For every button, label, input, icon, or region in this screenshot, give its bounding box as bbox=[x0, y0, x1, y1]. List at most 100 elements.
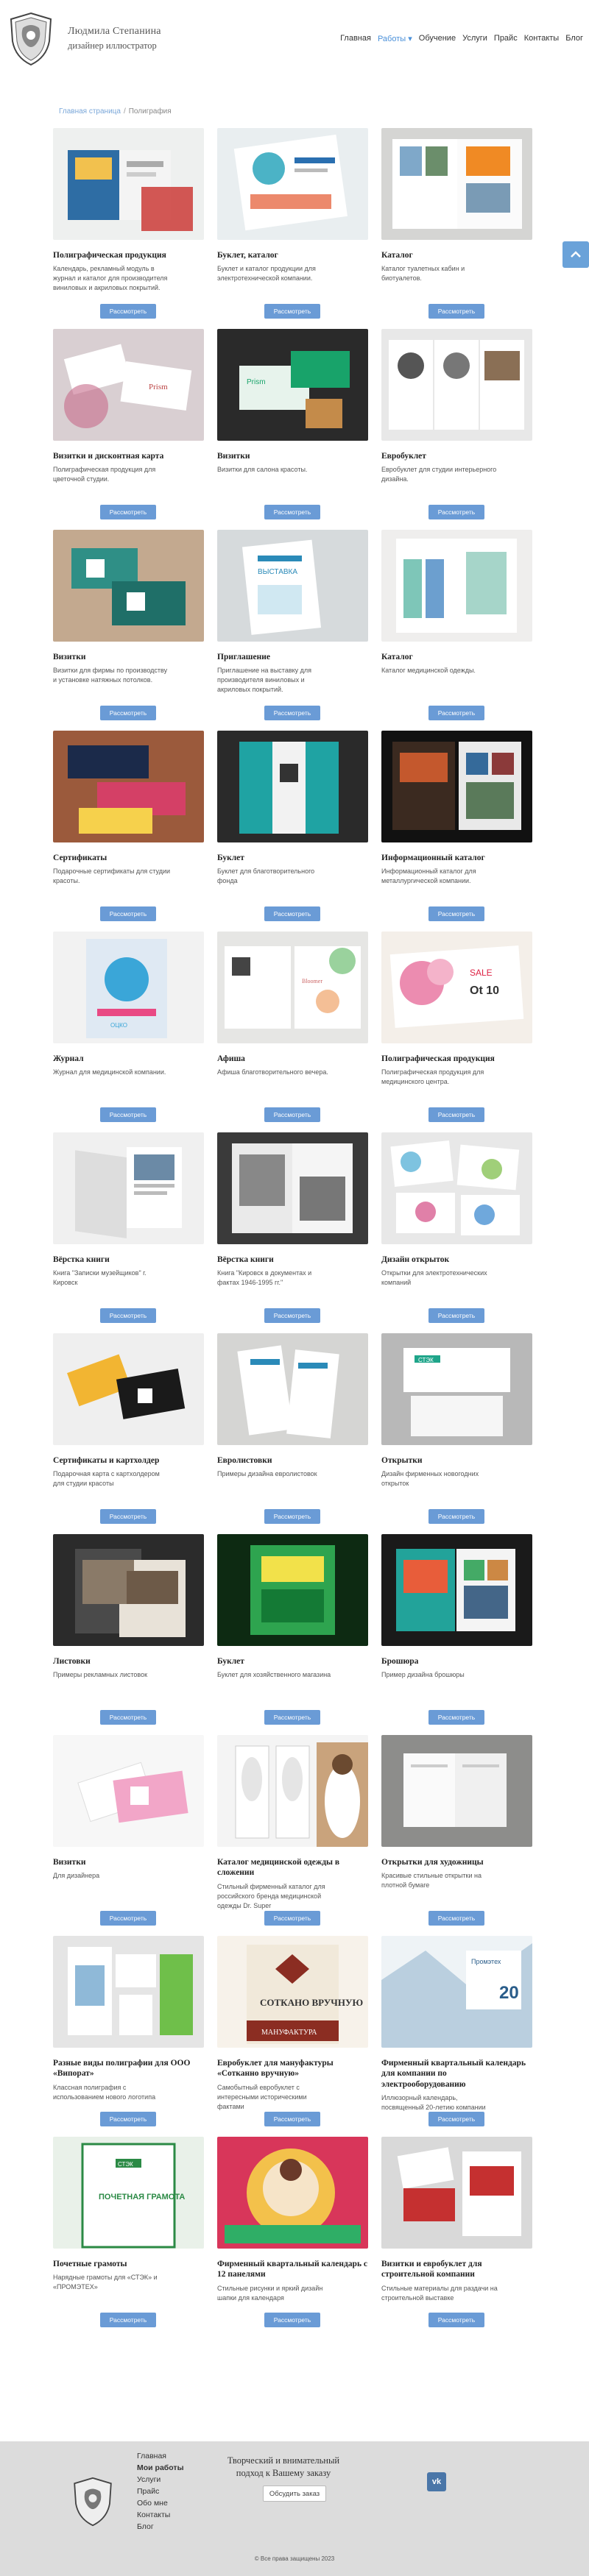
view-button[interactable]: Рассмотреть bbox=[264, 304, 320, 319]
view-button[interactable]: Рассмотреть bbox=[264, 505, 320, 519]
work-image[interactable] bbox=[381, 2137, 532, 2249]
work-card: СТЭК Открытки Дизайн фирменных новогодних … bbox=[381, 1333, 532, 1534]
footer-nav-item[interactable]: Мои работы bbox=[137, 2462, 184, 2474]
logo[interactable] bbox=[6, 10, 56, 68]
nav-home[interactable]: Главная bbox=[340, 34, 371, 43]
work-card: Полиграфическая продукция Календарь, рекл… bbox=[53, 128, 204, 329]
view-button[interactable]: Рассмотреть bbox=[264, 906, 320, 921]
work-image[interactable] bbox=[53, 1534, 204, 1646]
scroll-top-button[interactable] bbox=[562, 241, 589, 268]
work-image[interactable]: Prism bbox=[53, 329, 204, 441]
nav-price[interactable]: Прайс bbox=[494, 34, 518, 43]
view-button[interactable]: Рассмотреть bbox=[428, 304, 484, 319]
work-image[interactable]: СТЭК ПОЧЕТНАЯ ГРАМОТА bbox=[53, 2137, 204, 2249]
footer-nav-item[interactable]: Прайс bbox=[137, 2485, 184, 2497]
vk-icon[interactable]: vk bbox=[427, 2472, 446, 2491]
breadcrumb-home[interactable]: Главная страница bbox=[59, 107, 121, 116]
nav-works-label: Работы bbox=[377, 35, 406, 43]
work-image[interactable] bbox=[53, 1333, 204, 1445]
footer-nav-item[interactable]: Главная bbox=[137, 2450, 184, 2462]
work-card: Дизайн открыток Открытки для электротехни… bbox=[381, 1132, 532, 1333]
view-button[interactable]: Рассмотреть bbox=[428, 706, 484, 720]
work-image[interactable]: Промэтех 20 bbox=[381, 1936, 532, 2048]
footer-nav-item[interactable]: Услуги bbox=[137, 2474, 184, 2485]
footer-nav-item[interactable]: Обо мне bbox=[137, 2497, 184, 2509]
work-card: Промэтех 20 Фирменный квартальный календар… bbox=[381, 1936, 532, 2137]
work-title: Каталог bbox=[381, 653, 413, 661]
footer-logo[interactable] bbox=[71, 2477, 115, 2527]
nav-works[interactable]: Работы ▾ bbox=[378, 34, 412, 43]
view-button[interactable]: Рассмотреть bbox=[428, 2313, 484, 2327]
work-image[interactable] bbox=[53, 1936, 204, 2048]
work-description: Дизайн фирменных новогодних открыток bbox=[381, 1470, 479, 1488]
view-button[interactable]: Рассмотреть bbox=[264, 1107, 320, 1122]
work-image[interactable] bbox=[381, 1534, 532, 1646]
view-button[interactable]: Рассмотреть bbox=[428, 906, 484, 921]
work-image[interactable] bbox=[217, 128, 368, 240]
work-image[interactable] bbox=[217, 2137, 368, 2249]
work-image[interactable] bbox=[381, 1132, 532, 1244]
work-image[interactable] bbox=[53, 731, 204, 842]
work-image[interactable]: ОЦКО bbox=[53, 932, 204, 1043]
view-button[interactable]: Рассмотреть bbox=[100, 706, 156, 720]
nav-services[interactable]: Услуги bbox=[462, 34, 487, 43]
view-button[interactable]: Рассмотреть bbox=[100, 2313, 156, 2327]
work-image[interactable]: Prism bbox=[217, 329, 368, 441]
view-button[interactable]: Рассмотреть bbox=[264, 2112, 320, 2126]
work-image[interactable]: СТЭК bbox=[381, 1333, 532, 1445]
work-image[interactable] bbox=[381, 1735, 532, 1847]
work-image[interactable] bbox=[381, 530, 532, 642]
work-image[interactable]: SALE Оt 10 bbox=[381, 932, 532, 1043]
view-button[interactable]: Рассмотреть bbox=[100, 1509, 156, 1524]
work-image[interactable]: ВЫСТАВКА bbox=[217, 530, 368, 642]
view-button[interactable]: Рассмотреть bbox=[264, 706, 320, 720]
view-button[interactable]: Рассмотреть bbox=[428, 505, 484, 519]
view-button[interactable]: Рассмотреть bbox=[264, 1509, 320, 1524]
work-image[interactable]: Bloomer bbox=[217, 932, 368, 1043]
work-image[interactable] bbox=[217, 1735, 368, 1847]
work-image[interactable] bbox=[217, 1534, 368, 1646]
view-button[interactable]: Рассмотреть bbox=[100, 2112, 156, 2126]
breadcrumb: Главная страница / Полиграфия bbox=[59, 107, 172, 116]
work-image[interactable] bbox=[53, 530, 204, 642]
view-button[interactable]: Рассмотреть bbox=[100, 1107, 156, 1122]
work-image[interactable] bbox=[53, 1132, 204, 1244]
view-button[interactable]: Рассмотреть bbox=[428, 2112, 484, 2126]
work-image[interactable] bbox=[381, 731, 532, 842]
nav-blog[interactable]: Блог bbox=[565, 34, 583, 43]
view-button[interactable]: Рассмотреть bbox=[428, 1710, 484, 1725]
view-button[interactable]: Рассмотреть bbox=[428, 1308, 484, 1323]
view-button[interactable]: Рассмотреть bbox=[264, 1911, 320, 1926]
nav-contacts[interactable]: Контакты bbox=[524, 34, 560, 43]
work-image[interactable] bbox=[381, 128, 532, 240]
view-button[interactable]: Рассмотреть bbox=[100, 906, 156, 921]
work-image[interactable] bbox=[217, 1333, 368, 1445]
work-title: Буклет bbox=[217, 1657, 244, 1666]
work-image[interactable] bbox=[53, 128, 204, 240]
work-card: Открытки для художницы Красивые стильные … bbox=[381, 1735, 532, 1936]
work-card: Bloomer Афиша Афиша благотворительного веч… bbox=[217, 932, 368, 1132]
work-image[interactable] bbox=[53, 1735, 204, 1847]
svg-text:ПОЧЕТНАЯ ГРАМОТА: ПОЧЕТНАЯ ГРАМОТА bbox=[99, 2193, 185, 2201]
work-image[interactable] bbox=[381, 329, 532, 441]
view-button[interactable]: Рассмотреть bbox=[428, 1107, 484, 1122]
work-image[interactable] bbox=[217, 1132, 368, 1244]
work-image[interactable]: СОТКАНО ВРУЧНУЮ МАНУФАКТУРА bbox=[217, 1936, 368, 2048]
discuss-order-button[interactable]: Обсудить заказ bbox=[263, 2485, 326, 2502]
view-button[interactable]: Рассмотреть bbox=[100, 1911, 156, 1926]
work-image[interactable] bbox=[217, 731, 368, 842]
copyright: © Все права защищены 2023 bbox=[254, 2555, 335, 2562]
view-button[interactable]: Рассмотреть bbox=[428, 1911, 484, 1926]
view-button[interactable]: Рассмотреть bbox=[100, 505, 156, 519]
view-button[interactable]: Рассмотреть bbox=[100, 1710, 156, 1725]
view-button[interactable]: Рассмотреть bbox=[428, 1509, 484, 1524]
footer-nav-item[interactable]: Блог bbox=[137, 2521, 184, 2533]
nav-training[interactable]: Обучение bbox=[419, 34, 456, 43]
view-button[interactable]: Рассмотреть bbox=[100, 304, 156, 319]
footer-nav-item[interactable]: Контакты bbox=[137, 2509, 184, 2521]
view-button[interactable]: Рассмотреть bbox=[264, 1308, 320, 1323]
view-button[interactable]: Рассмотреть bbox=[100, 1308, 156, 1323]
view-button[interactable]: Рассмотреть bbox=[264, 2313, 320, 2327]
work-description: Журнал для медицинской компании. bbox=[53, 1068, 166, 1076]
view-button[interactable]: Рассмотреть bbox=[264, 1710, 320, 1725]
